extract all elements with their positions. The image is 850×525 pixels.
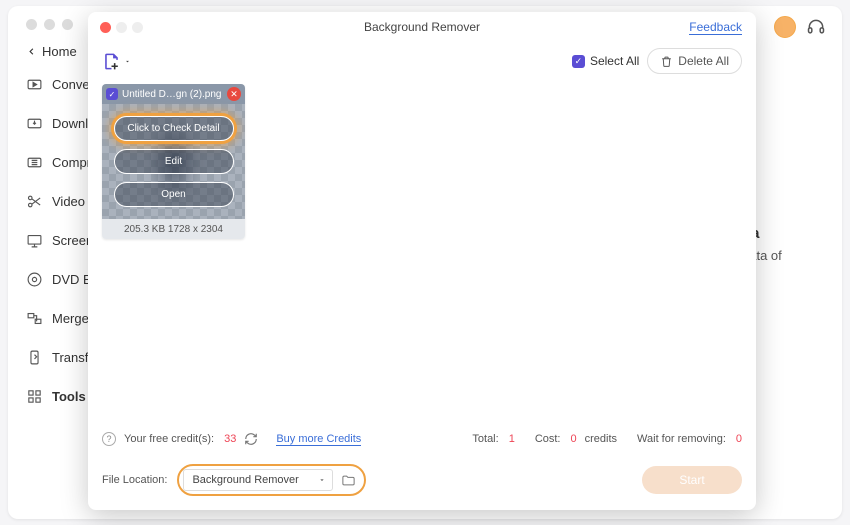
converter-icon: [26, 76, 43, 93]
help-icon[interactable]: ?: [102, 432, 116, 446]
location-group-highlight: Background Remover: [177, 464, 366, 496]
grid-icon: [26, 388, 43, 405]
location-select[interactable]: Background Remover: [183, 469, 333, 491]
select-all-checkbox[interactable]: ✓ Select All: [572, 54, 639, 68]
traffic-lights[interactable]: [26, 19, 73, 30]
thumbnail-remove-button[interactable]: ✕: [227, 87, 241, 101]
background-remover-modal: Background Remover Feedback ✓ Select All…: [88, 12, 756, 510]
credits-value: 33: [224, 433, 236, 445]
open-button[interactable]: Open: [114, 182, 234, 207]
credits-label: Your free credit(s):: [124, 433, 214, 445]
refresh-icon[interactable]: [244, 432, 258, 446]
close-button[interactable]: [100, 22, 111, 33]
disc-icon: [26, 271, 43, 288]
wait-value: 0: [736, 433, 742, 445]
total-value: 1: [509, 433, 515, 445]
cost-unit: credits: [585, 433, 617, 445]
feedback-link[interactable]: Feedback: [689, 20, 742, 35]
start-button[interactable]: Start: [642, 466, 742, 494]
add-file-button[interactable]: [102, 52, 131, 71]
thumbnail-filename: Untitled D…gn (2).png: [122, 89, 223, 100]
minimize-button: [116, 22, 127, 33]
thumbnail-checkbox[interactable]: ✓: [106, 88, 118, 100]
checkbox-checked-icon: ✓: [572, 55, 585, 68]
caret-down-icon: [318, 476, 326, 484]
support-icon[interactable]: [806, 17, 826, 37]
compress-icon: [26, 154, 43, 171]
cost-value: 0: [571, 433, 577, 445]
check-detail-button[interactable]: Click to Check Detail: [114, 116, 234, 141]
delete-all-button[interactable]: Delete All: [647, 48, 742, 74]
thumbnail-meta: 205.3 KB 1728 x 2304: [102, 219, 245, 239]
buy-credits-link[interactable]: Buy more Credits: [276, 433, 361, 446]
zoom-button: [132, 22, 143, 33]
merge-icon: [26, 310, 43, 327]
total-label: Total:: [472, 433, 498, 445]
home-label: Home: [42, 44, 77, 59]
download-icon: [26, 115, 43, 132]
image-thumbnail: ✓ Untitled D…gn (2).png ✕ Click to Check…: [102, 84, 245, 239]
transfer-icon: [26, 349, 43, 366]
trash-icon: [660, 55, 673, 68]
edit-button[interactable]: Edit: [114, 149, 234, 174]
chevron-left-icon: [26, 46, 37, 57]
file-location-label: File Location:: [102, 474, 167, 486]
screen-icon: [26, 232, 43, 249]
wait-label: Wait for removing:: [637, 433, 726, 445]
cost-label: Cost:: [535, 433, 561, 445]
avatar[interactable]: [774, 16, 796, 38]
modal-title: Background Remover: [364, 20, 480, 34]
scissors-icon: [26, 193, 43, 210]
add-file-icon: [102, 52, 121, 71]
folder-icon[interactable]: [341, 473, 356, 488]
caret-down-icon: [124, 58, 131, 65]
